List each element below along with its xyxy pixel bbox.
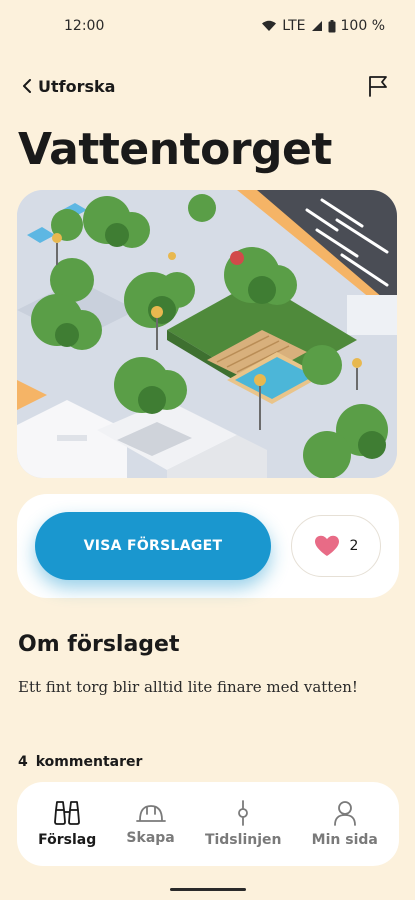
person-icon — [333, 801, 356, 826]
back-button[interactable]: Utforska — [22, 77, 115, 96]
nav-label-tidslinjen: Tidslinjen — [204, 832, 282, 848]
about-description: Ett fint torg blir alltid lite finare me… — [18, 678, 358, 696]
back-label: Utforska — [38, 76, 116, 96]
flag-icon — [369, 76, 387, 97]
status-bar: 12:00 LTE 100 % — [0, 0, 415, 52]
timeline-icon — [238, 800, 249, 826]
network-label: LTE — [282, 18, 306, 34]
nav-item-forslag[interactable]: Förslag — [38, 800, 96, 848]
like-button[interactable]: 2 — [291, 515, 381, 577]
report-button[interactable] — [367, 75, 389, 97]
nav-item-tidslinjen[interactable]: Tidslinjen — [204, 800, 282, 848]
binoculars-icon — [54, 801, 81, 825]
page-title: Vattentorget — [18, 124, 332, 175]
nav-item-skapa[interactable]: Skapa — [126, 802, 175, 846]
signal-icon — [311, 21, 322, 31]
action-card: VISA FÖRSLAGET 2 — [17, 494, 399, 598]
comments-number: 4 — [18, 754, 28, 770]
nav-label-forslag: Förslag — [38, 832, 97, 848]
home-indicator[interactable] — [170, 888, 246, 891]
status-icons: LTE 100 % — [261, 18, 385, 34]
nav-item-min-sida[interactable]: Min sida — [312, 800, 378, 848]
heart-icon — [314, 535, 339, 556]
hero-image — [17, 190, 397, 478]
battery-label: 100 % — [340, 18, 385, 34]
nav-label-skapa: Skapa — [126, 830, 175, 846]
battery-icon — [328, 19, 336, 32]
comments-label: kommentarer — [35, 754, 143, 770]
top-nav: Utforska — [0, 70, 415, 102]
status-time: 12:00 — [64, 18, 105, 34]
isometric-town-illustration — [17, 190, 397, 478]
nav-label-min-sida: Min sida — [311, 832, 378, 848]
chevron-left-icon — [23, 79, 31, 93]
bottom-nav: Förslag Skapa Tidslinjen Min sida — [17, 782, 399, 866]
about-title: Om förslaget — [18, 632, 180, 657]
like-count: 2 — [349, 538, 359, 554]
comments-count[interactable]: 4 kommentarer — [18, 754, 142, 770]
show-proposal-button[interactable]: VISA FÖRSLAGET — [35, 512, 271, 580]
wifi-icon — [262, 20, 277, 31]
helmet-icon — [135, 805, 166, 822]
